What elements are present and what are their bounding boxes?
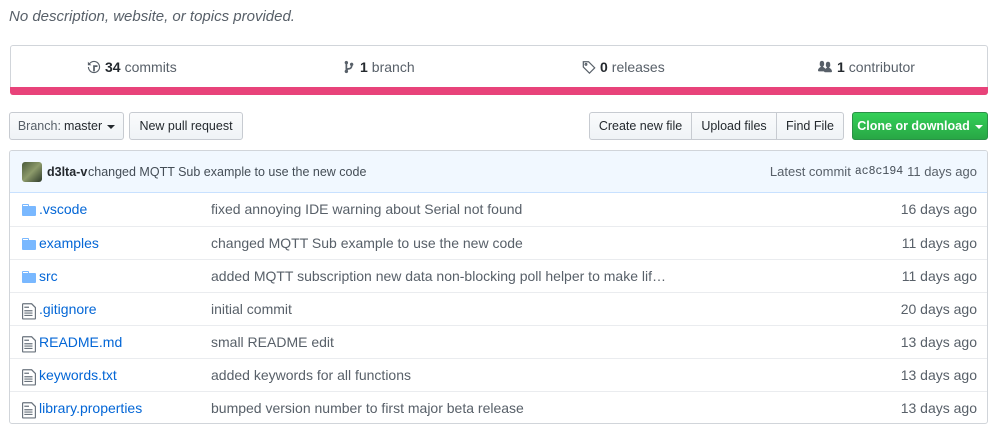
folder-icon — [22, 269, 36, 283]
file-icon — [22, 368, 36, 386]
file-age: 11 days ago — [901, 268, 977, 284]
file-name-link[interactable]: src — [39, 268, 58, 284]
latest-commit-label: Latest commit — [769, 164, 851, 179]
commit-author[interactable]: d3lta-v — [47, 165, 87, 179]
branch-select-button[interactable]: Branch: master — [9, 112, 124, 140]
file-commit-message[interactable]: added MQTT subscription new data non-blo… — [211, 268, 666, 284]
contributors-count: 1 — [837, 59, 845, 75]
branch-icon — [344, 60, 354, 74]
commit-message[interactable]: changed MQTT Sub example to use the new … — [88, 165, 366, 179]
releases-link[interactable]: 0 releases — [582, 59, 665, 75]
latest-commit-bar: d3lta-v changed MQTT Sub example to use … — [10, 151, 987, 193]
file-name-link[interactable]: examples — [39, 235, 99, 251]
releases-count: 0 — [600, 59, 608, 75]
file-row: README.md small README edit 13 days ago — [10, 325, 987, 358]
file-commit-message[interactable]: bumped version number to first major bet… — [211, 400, 524, 416]
file-icon — [22, 335, 36, 353]
file-name-link[interactable]: README.md — [39, 334, 122, 350]
releases-label: releases — [611, 59, 665, 75]
file-commit-message[interactable]: initial commit — [211, 301, 292, 317]
file-commit-message[interactable]: small README edit — [211, 334, 334, 350]
clone-label: Clone or download — [857, 119, 970, 133]
file-age: 16 days ago — [900, 201, 977, 217]
clone-or-download-button[interactable]: Clone or download — [852, 112, 988, 140]
tag-icon — [582, 61, 596, 74]
file-age: 13 days ago — [900, 400, 977, 416]
folder-icon — [22, 202, 36, 216]
commits-count: 34 — [105, 59, 121, 75]
file-age: 11 days ago — [901, 235, 977, 251]
branches-count: 1 — [360, 59, 368, 75]
file-name-link[interactable]: library.properties — [39, 400, 142, 416]
branch-name: master — [63, 119, 103, 133]
file-age: 13 days ago — [900, 334, 977, 350]
file-row: .vscode fixed annoying IDE warning about … — [10, 193, 987, 226]
file-row: library.properties bumped version number … — [10, 391, 987, 423]
new-pull-request-button[interactable]: New pull request — [129, 112, 243, 140]
latest-commit-meta: Latest commit ac8c194 11 days ago — [770, 164, 977, 179]
file-row: examples changed MQTT Sub example to use … — [10, 226, 987, 259]
file-list: d3lta-v changed MQTT Sub example to use … — [9, 150, 988, 424]
find-file-button[interactable]: Find File — [776, 112, 844, 140]
repo-description: No description, website, or topics provi… — [9, 8, 295, 25]
create-new-file-button[interactable]: Create new file — [589, 112, 692, 140]
file-commit-message[interactable]: changed MQTT Sub example to use the new … — [211, 235, 523, 251]
people-icon — [818, 60, 832, 73]
branches-link[interactable]: 1 branch — [342, 59, 415, 75]
contributors-link[interactable]: 1 contributor — [817, 59, 915, 75]
branch-prefix: Branch: — [17, 119, 61, 133]
file-icon — [22, 401, 36, 419]
commit-age: 11 days ago — [907, 164, 977, 179]
file-row: keywords.txt added keywords for all funct… — [10, 358, 987, 391]
contributors-label: contributor — [848, 59, 915, 75]
file-age: 13 days ago — [900, 367, 977, 383]
upload-files-button[interactable]: Upload files — [691, 112, 777, 140]
file-age: 20 days ago — [900, 301, 977, 317]
repo-summary: 34 commits 1 branch 0 releases 1 contrib… — [10, 45, 988, 95]
file-row: src added MQTT subscription new data non-… — [10, 259, 987, 292]
file-name-link[interactable]: .gitignore — [39, 301, 97, 317]
chevron-down-icon — [107, 125, 116, 129]
chevron-down-icon — [974, 125, 983, 129]
history-icon — [87, 60, 101, 74]
branches-label: branch — [371, 59, 415, 75]
commits-link[interactable]: 34 commits — [87, 59, 177, 75]
file-commit-message[interactable]: added keywords for all functions — [211, 367, 411, 383]
avatar[interactable] — [22, 162, 42, 182]
commit-sha[interactable]: ac8c194 — [855, 165, 903, 179]
file-icon — [22, 302, 36, 320]
file-row: .gitignore initial commit 20 days ago — [10, 292, 987, 325]
file-name-link[interactable]: .vscode — [39, 201, 87, 217]
file-commit-message[interactable]: fixed annoying IDE warning about Serial … — [211, 201, 522, 217]
language-bar[interactable] — [10, 87, 988, 95]
commits-label: commits — [124, 59, 177, 75]
file-name-link[interactable]: keywords.txt — [39, 367, 117, 383]
folder-icon — [22, 236, 36, 250]
